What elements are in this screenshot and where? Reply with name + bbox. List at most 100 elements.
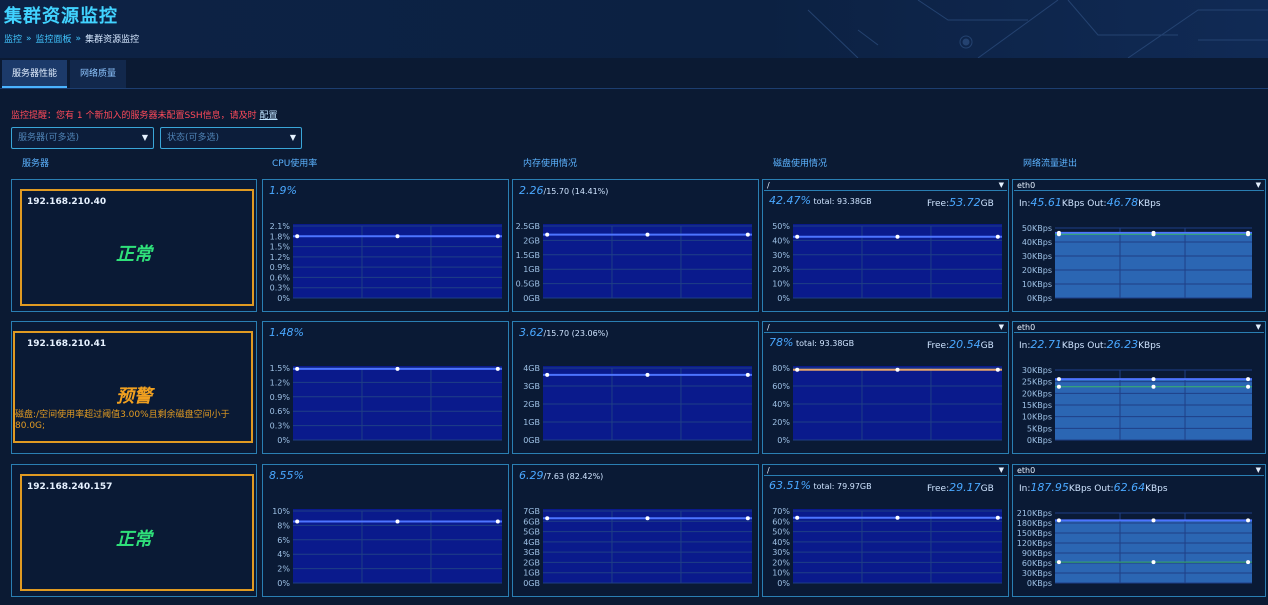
axis-tick-label: 20%	[772, 265, 790, 274]
cpu-chart: 1.5% 1.2% 0.9% 0.6% 0.3% 0%	[270, 364, 502, 445]
mem-data-point	[645, 516, 650, 521]
axis-tick-label: 1GB	[523, 265, 540, 274]
cpu-data-point	[495, 519, 500, 524]
net-out-data-point	[1056, 232, 1061, 237]
mem-data-point	[645, 372, 650, 377]
column-header-disk: 磁盘使用情况	[773, 159, 828, 169]
axis-tick-label: 0GB	[523, 436, 540, 445]
mem-data-point	[645, 232, 650, 237]
disk-data-point	[995, 515, 1000, 520]
network-panel: eth0 ▼ In:187.95KBps Out:62.64KBps 210KBps 1…	[1012, 464, 1266, 597]
breadcrumb-separator: »	[26, 33, 32, 44]
cpu-data-point	[395, 234, 400, 239]
server-ip: 192.168.210.41	[27, 339, 107, 349]
memory-panel: 6.29/7.63 (82.42%) 7GB 6GB 5GB 4GB 3GB 2GB 1GB 0…	[512, 464, 759, 597]
axis-tick-label: 1GB	[523, 418, 540, 427]
disk-data-point	[995, 367, 1000, 372]
page-header: 集群资源监控 监控 » 监控面板 » 集群资源监控	[0, 0, 1268, 58]
mem-data-point	[545, 516, 550, 521]
caret-down-icon: ▼	[289, 133, 296, 142]
disk-panel: / ▼ 63.51% total: 79.97GB Free:29.17GB 70% 60…	[762, 464, 1009, 597]
disk-chart: 70%60% 50%40%30%20% 10%0%	[772, 507, 1002, 588]
axis-tick-label: 2GB	[523, 558, 540, 567]
net-area-fill	[1055, 232, 1252, 298]
server-card[interactable]: 192.168.240.157 正常	[11, 464, 257, 597]
net-data-point	[1056, 518, 1061, 523]
breadcrumb-monitor[interactable]: 监控	[4, 32, 22, 45]
net-out-data-point	[1246, 232, 1251, 237]
net-chart: 210KBps180KBps150KBps120KBps90KBps60KBps…	[1017, 509, 1252, 588]
axis-tick-label: 0KBps	[1027, 436, 1052, 445]
mem-data-point	[545, 372, 550, 377]
cpu-data-point	[295, 519, 300, 524]
disk-chart: 80% 60% 40% 20% 0%	[772, 364, 1002, 445]
server-warning-message: 磁盘:/空间使用率超过阈值3.00%且剩余磁盘空间小于80.0G;	[15, 410, 230, 431]
axis-tick-label: 10KBps	[1022, 413, 1052, 422]
circuit-decoration	[807, 0, 1268, 58]
axis-tick-label: 10KBps	[1022, 280, 1052, 289]
axis-tick-label: 20%	[772, 558, 790, 567]
axis-tick-label: 2%	[277, 565, 290, 574]
breadcrumb-dashboard[interactable]: 监控面板	[36, 32, 72, 45]
axis-tick-label: 3GB	[523, 548, 540, 557]
net-data-point	[1246, 377, 1251, 382]
server-filter-placeholder: 服务器(可多选)	[18, 133, 80, 143]
axis-tick-label: 25KBps	[1022, 378, 1052, 387]
disk-panel: / ▼ 42.47% total: 93.38GB Free:53.72GB 50% 40…	[762, 179, 1009, 312]
axis-tick-label: 1.5GB	[516, 251, 540, 260]
axis-tick-label: 10%	[772, 280, 790, 289]
server-filter-select[interactable]: 服务器(可多选) ▼	[11, 127, 154, 149]
server-ip: 192.168.210.40	[27, 197, 107, 207]
axis-tick-label: 5GB	[523, 528, 540, 537]
cpu-panel: 8.55% 10% 8% 6% 4% 2% 0%	[262, 464, 509, 597]
axis-tick-label: 50%	[772, 528, 790, 537]
axis-tick-label: 15KBps	[1022, 401, 1052, 410]
axis-tick-label: 1.5%	[270, 364, 291, 373]
axis-tick-label: 2GB	[523, 236, 540, 245]
axis-tick-label: 0KBps	[1027, 579, 1052, 588]
axis-tick-label: 1GB	[523, 569, 540, 578]
axis-tick-label: 40%	[772, 400, 790, 409]
status-filter-placeholder: 状态(可多选)	[167, 133, 220, 143]
disk-data-point	[895, 234, 900, 239]
net-data-point	[1151, 377, 1156, 382]
axis-tick-label: 40%	[772, 538, 790, 547]
axis-tick-label: 30%	[772, 251, 790, 260]
net-out-data-point	[1151, 560, 1156, 565]
net-chart: 50KBps 40KBps 30KBps 20KBps 10KBps 0KBps	[1022, 224, 1252, 303]
axis-tick-label: 40%	[772, 236, 790, 245]
configure-link[interactable]: 配置	[260, 111, 278, 121]
server-card[interactable]: 192.168.210.41 预警 磁盘:/空间使用率超过阈值3.00%且剩余磁盘空…	[11, 321, 257, 454]
net-chart: 30KBps 25KBps 20KBps 15KBps 10KBps 5KBps 0KBps	[1022, 366, 1252, 445]
axis-tick-label: 0.9%	[270, 393, 291, 402]
status-filter-select[interactable]: 状态(可多选) ▼	[160, 127, 302, 149]
cpu-data-point	[295, 234, 300, 239]
tab-divider	[0, 88, 1268, 89]
axis-tick-label: 60%	[772, 382, 790, 391]
axis-tick-label: 0.3%	[270, 422, 291, 431]
notice-text: 监控提醒：您有 1 个新加入的服务器未配置SSH信息，请及时	[11, 111, 260, 121]
tab-network-quality[interactable]: 网络质量	[70, 60, 127, 88]
network-panel: eth0 ▼ In:22.71KBps Out:26.23KBps 30KBps 25K…	[1012, 321, 1266, 454]
axis-tick-label: 80%	[772, 364, 790, 373]
tab-server-performance[interactable]: 服务器性能	[2, 60, 68, 88]
net-out-data-point	[1056, 384, 1061, 389]
mem-data-point	[545, 232, 550, 237]
net-out-data-point	[1151, 232, 1156, 237]
net-data-point	[1246, 518, 1251, 523]
caret-down-icon: ▼	[141, 133, 148, 142]
axis-tick-label: 50KBps	[1022, 224, 1052, 233]
disk-panel: / ▼ 78% total: 93.38GB Free:20.54GB 80% 60% 40…	[762, 321, 1009, 454]
axis-tick-label: 0%	[777, 579, 790, 588]
disk-data-point	[895, 515, 900, 520]
cpu-data-point	[295, 366, 300, 371]
server-card[interactable]: 192.168.210.40 正常	[11, 179, 257, 312]
axis-tick-label: 60%	[772, 517, 790, 526]
mem-chart: 2.5GB 2GB 1.5GB 1GB 0.5GB 0GB	[516, 222, 752, 303]
mem-data-point	[745, 516, 750, 521]
axis-tick-label: 0%	[777, 294, 790, 303]
axis-tick-label: 1.2%	[270, 378, 291, 387]
axis-tick-label: 0%	[277, 436, 290, 445]
axis-tick-label: 10%	[772, 569, 790, 578]
axis-tick-label: 7GB	[523, 507, 540, 516]
